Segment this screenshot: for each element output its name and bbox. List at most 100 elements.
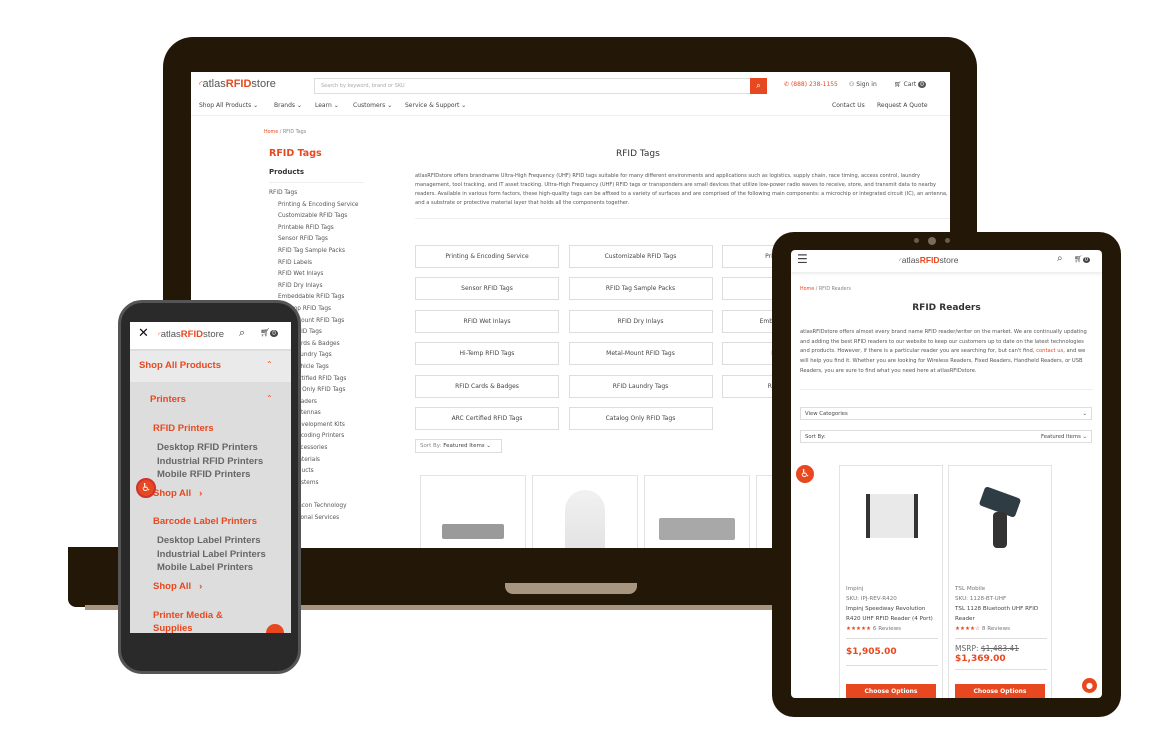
nav-customers[interactable]: Customers ⌄	[353, 102, 392, 109]
sidebar-item[interactable]: RFID Wet Inlays	[269, 269, 359, 281]
page-title: RFID Tags	[616, 149, 660, 159]
category-button[interactable]: RFID Tag Sample Packs	[568, 277, 713, 301]
category-button[interactable]: RFID Cards & Badges	[415, 374, 559, 398]
menu-item[interactable]: Industrial RFID Printers	[157, 455, 263, 469]
sort-select[interactable]: Sort By: Featured Items ⌄	[415, 439, 502, 453]
breadcrumb-home[interactable]: Home	[800, 287, 814, 292]
search-icon: ⌕	[756, 81, 761, 90]
tablet-screen: ☰ ◜atlasRFIDstore ⌕ 🛒︎ 0 Home / RFID Read…	[791, 250, 1102, 698]
nav-contact-us[interactable]: Contact Us	[832, 102, 865, 109]
product-msrp: $1,483.41	[980, 644, 1020, 653]
category-button[interactable]: ARC Certified RFID Tags	[415, 407, 559, 430]
product-brand: TSL Mobile	[955, 586, 986, 592]
menu-rfid-printers[interactable]: RFID Printers	[153, 423, 214, 434]
search-icon[interactable]: ⌕	[239, 326, 245, 340]
menu-item[interactable]: Industrial Label Printers	[157, 548, 266, 562]
nav-learn[interactable]: Learn ⌄	[315, 102, 339, 109]
sidebar-item[interactable]: RFID Dry Inlays	[269, 281, 359, 293]
product-sku: SKU: 1128-BT-UHF	[955, 596, 1007, 602]
category-button[interactable]: Catalog Only RFID Tags	[568, 407, 713, 430]
product-card[interactable]	[532, 475, 638, 548]
phone-screen: ✕ ◜atlasRFIDstore ⌕ 🛒︎ 0 Shop All Product…	[130, 322, 291, 633]
breadcrumb: Home / RFID Tags	[264, 130, 307, 135]
barcode-printers-list: Desktop Label Printers Industrial Label …	[157, 534, 266, 575]
accessibility-icon[interactable]: ♿︎	[796, 465, 814, 483]
product-info: Impinj SKU: IPJ-REV-R420 Impinj Speedway…	[846, 584, 938, 634]
product-name[interactable]: Impinj Speedway Revolution R420 UHF RFID…	[846, 604, 938, 624]
menu-item[interactable]: Mobile RFID Printers	[157, 468, 263, 482]
search-icon[interactable]: ⌕	[1057, 253, 1063, 264]
site-logo[interactable]: ◜atlasRFIDstore	[899, 255, 958, 265]
sort-select[interactable]: Sort By: Featured Items ⌄	[800, 430, 1092, 443]
product-sku: SKU: IPJ-REV-R420	[846, 596, 897, 602]
laptop-notch	[505, 583, 637, 594]
search-button[interactable]: ⌕	[750, 78, 767, 94]
product-card[interactable]	[644, 475, 750, 548]
site-header: ◜atlasRFIDstore Search by keyword, brand…	[191, 72, 950, 116]
close-icon[interactable]: ✕	[138, 326, 149, 341]
shop-all-link[interactable]: Shop All ›	[153, 581, 202, 592]
choose-options-button[interactable]: Choose Options	[846, 684, 936, 698]
chevron-up-icon: ⌃	[266, 360, 273, 369]
category-button[interactable]: Hi-Temp RFID Tags	[415, 342, 559, 366]
view-categories-select[interactable]: View Categories ⌄	[800, 407, 1092, 420]
sidebar-item[interactable]: RFID Tags	[269, 188, 359, 200]
sidebar-item[interactable]: Printing & Encoding Service	[269, 200, 359, 212]
menu-icon[interactable]: ☰	[797, 252, 808, 266]
menu-printer-media-supplies[interactable]: Printer Media & Supplies	[153, 609, 243, 633]
chat-icon[interactable]	[266, 624, 284, 633]
shop-all-link[interactable]: Shop All ›	[153, 488, 202, 499]
menu-shop-all-products[interactable]: Shop All Products ⌃	[130, 351, 291, 382]
nav-brands[interactable]: Brands ⌄	[274, 102, 302, 109]
product-price: $1,905.00	[846, 638, 938, 666]
category-button[interactable]: RFID Laundry Tags	[568, 374, 713, 398]
product-price: $1,369.00	[955, 654, 1006, 664]
phone-link[interactable]: ✆ (888) 238-1155	[784, 81, 838, 88]
cart-count: 0	[918, 81, 926, 88]
sign-in-link[interactable]: ⚇ Sign in	[849, 81, 877, 88]
sidebar-subtitle: Products	[269, 168, 364, 183]
cart-link[interactable]: 🛒︎ Cart 0	[894, 81, 926, 88]
product-card[interactable]: TSL Mobile SKU: 1128-BT-UHF TSL 1128 Blu…	[948, 465, 1052, 698]
category-button[interactable]: Metal-Mount RFID Tags	[568, 342, 713, 366]
sidebar-item[interactable]: Printable RFID Tags	[269, 223, 359, 235]
menu-barcode-label-printers[interactable]: Barcode Label Printers	[153, 516, 257, 527]
breadcrumb-home[interactable]: Home	[264, 130, 278, 135]
sidebar-item[interactable]: Sensor RFID Tags	[269, 234, 359, 246]
cart-icon[interactable]: 🛒︎ 0	[1074, 255, 1091, 263]
sidebar-item[interactable]: Customizable RFID Tags	[269, 211, 359, 223]
product-card[interactable]: Impinj SKU: IPJ-REV-R420 Impinj Speedway…	[839, 465, 943, 698]
category-button[interactable]: Printing & Encoding Service	[415, 245, 559, 268]
menu-item[interactable]: Desktop RFID Printers	[157, 441, 263, 455]
menu-item[interactable]: Mobile Label Printers	[157, 561, 266, 575]
tablet-sensor	[945, 238, 950, 243]
category-button[interactable]: Customizable RFID Tags	[568, 245, 713, 268]
nav-shop-all[interactable]: Shop All Products ⌄	[199, 102, 258, 109]
product-card[interactable]	[420, 475, 526, 548]
breadcrumb: Home / RFID Readers	[800, 287, 852, 292]
category-button[interactable]: RFID Wet Inlays	[415, 309, 559, 333]
nav-request-quote[interactable]: Request A Quote	[877, 102, 928, 109]
category-description: atlasRFIDstore offers brandname Ultra-Hi…	[415, 172, 950, 219]
site-logo[interactable]: ◜atlasRFIDstore	[158, 329, 224, 340]
category-button[interactable]: Sensor RFID Tags	[415, 277, 559, 301]
accessibility-icon[interactable]: ♿︎	[136, 478, 156, 498]
choose-options-button[interactable]: Choose Options	[955, 684, 1045, 698]
chevron-up-icon: ⌃	[266, 394, 273, 403]
page-title: RFID Readers	[912, 303, 981, 313]
search-input[interactable]: Search by keyword, brand or SKU	[314, 78, 766, 94]
menu-printers[interactable]: Printers	[150, 394, 186, 405]
sidebar-item[interactable]: RFID Labels	[269, 258, 359, 270]
product-rating: ★★★★★ 6 Reviews	[846, 626, 902, 632]
sidebar-item[interactable]: RFID Tag Sample Packs	[269, 246, 359, 258]
product-info: TSL Mobile SKU: 1128-BT-UHF TSL 1128 Blu…	[955, 584, 1047, 634]
category-button[interactable]: RFID Dry Inlays	[568, 309, 713, 333]
product-name[interactable]: TSL 1128 Bluetooth UHF RFID Reader	[955, 604, 1047, 624]
cart-icon[interactable]: 🛒︎ 0	[260, 328, 278, 337]
chat-icon[interactable]: ●	[1082, 678, 1097, 693]
nav-service-support[interactable]: Service & Support ⌄	[405, 102, 466, 109]
menu-item[interactable]: Desktop Label Printers	[157, 534, 266, 548]
site-logo[interactable]: ◜atlasRFIDstore	[199, 78, 276, 90]
product-image-reader	[866, 494, 918, 538]
contact-us-link[interactable]: contact us	[1036, 348, 1063, 354]
